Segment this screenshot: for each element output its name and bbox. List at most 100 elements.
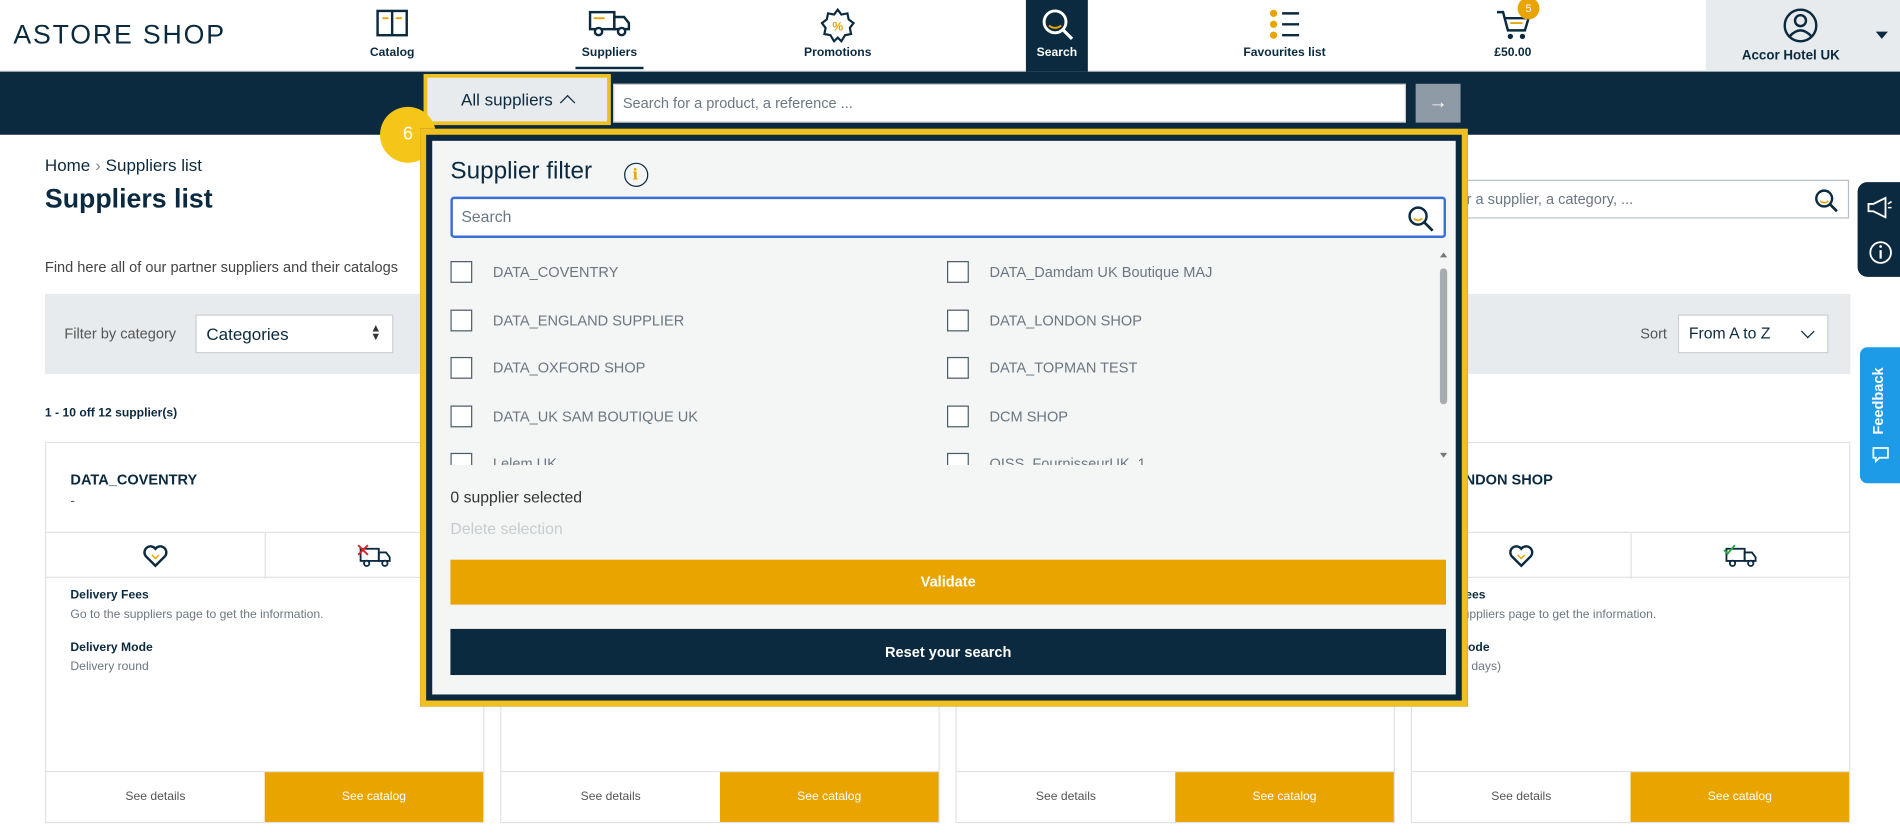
supplier-filter-title: Supplier filter	[450, 157, 593, 185]
checkbox[interactable]	[450, 261, 473, 283]
see-catalog-button[interactable]: See catalog	[264, 772, 484, 822]
checkbox[interactable]	[946, 452, 969, 466]
supplier-option-label: DATA_COVENTRY	[492, 263, 619, 281]
reset-search-button[interactable]: Reset your search	[450, 628, 1446, 676]
delivery-fees-text: the suppliers page to get the informatio…	[1436, 608, 1657, 622]
card-footer: See details See catalog	[46, 770, 484, 822]
nav-suppliers[interactable]: Suppliers	[561, 0, 658, 72]
delivery-fees-label: ery Fees	[1436, 588, 1486, 603]
info-icon[interactable]	[1868, 240, 1892, 264]
supplier-card: _LONDON SHOP ery Fees the suppli	[1410, 441, 1851, 824]
category-select[interactable]: Categories ▲ ▼	[195, 314, 394, 354]
svg-text:%: %	[832, 19, 843, 33]
supplier-checkbox-list: DATA_COVENTRY DATA_Damdam UK Boutique MA…	[450, 250, 1436, 466]
info-icon-glyph: i	[632, 166, 639, 184]
supplier-name[interactable]: DATA_COVENTRY	[70, 471, 197, 488]
filter-category-label: Filter by category	[64, 325, 177, 343]
chevron-up-icon	[560, 94, 576, 111]
supplier-option-label: DATA_OXFORD SHOP	[492, 359, 646, 377]
checkbox[interactable]	[946, 261, 969, 283]
list-scrollbar[interactable]	[1437, 250, 1449, 465]
nav-favourites[interactable]: Favourites list	[1230, 0, 1339, 72]
feedback-label: Feedback	[1869, 367, 1887, 435]
chevron-down-icon[interactable]	[1875, 31, 1888, 39]
see-catalog-button[interactable]: See catalog	[1175, 772, 1394, 822]
supplier-search-input[interactable]: r a supplier, a category, ...	[1450, 179, 1850, 219]
card-info: ery Fees the suppliers page to get the i…	[1436, 589, 1656, 693]
delivery-mode-label: ery Mode	[1436, 641, 1490, 655]
cart-total: £50.00	[1494, 46, 1532, 60]
chat-icon	[1872, 447, 1889, 464]
info-icon[interactable]: i	[624, 162, 649, 187]
checkbox[interactable]	[450, 356, 473, 379]
search-icon[interactable]	[1407, 205, 1434, 232]
heart-icon[interactable]	[1508, 544, 1535, 568]
supplier-option-label: QISS_FournisseurUK_1	[989, 455, 1146, 466]
checkbox[interactable]	[946, 309, 969, 332]
checkbox[interactable]	[946, 405, 969, 428]
nav-catalog[interactable]: Catalog	[344, 0, 441, 72]
app-root: ASTORE SHOP Catalog Suppliers % Promotio…	[0, 0, 1900, 836]
checkbox[interactable]	[450, 309, 473, 332]
validate-button[interactable]: Validate	[450, 559, 1446, 605]
updown-icon: ▲ ▼	[370, 321, 382, 343]
checkbox[interactable]	[450, 452, 473, 466]
nav-suppliers-label: Suppliers	[581, 46, 638, 60]
megaphone-icon[interactable]	[1866, 196, 1893, 219]
category-select-value: Categories	[206, 324, 289, 344]
delivery-fees-text: Go to the suppliers page to get the info…	[70, 608, 324, 622]
supplier-filter-search-placeholder: Search	[461, 207, 512, 226]
all-suppliers-button[interactable]: All suppliers	[423, 74, 611, 126]
supplier-filter-panel: Supplier filter i Search DATA_COVENTRY D…	[420, 128, 1468, 707]
book-icon	[376, 9, 408, 37]
product-search-input[interactable]: Search for a product, a reference ...	[613, 83, 1406, 123]
favourite-cell[interactable]	[46, 533, 265, 579]
sort-select[interactable]: From A to Z	[1677, 314, 1829, 354]
card-footer: See details See catalog	[501, 770, 939, 822]
delivery-mode-label: Delivery Mode	[70, 641, 153, 655]
see-details-button[interactable]: See details	[1412, 772, 1631, 822]
delete-selection-link[interactable]: Delete selection	[450, 520, 562, 538]
checkbox[interactable]	[946, 356, 969, 379]
supplier-option-label: Lelem UK	[492, 455, 557, 466]
account-menu[interactable]: Accor Hotel UK	[1705, 0, 1900, 72]
scroll-down-icon[interactable]	[1439, 452, 1448, 458]
no-delivery-truck-icon	[356, 544, 391, 567]
nav-promotions[interactable]: % Promotions	[783, 0, 892, 72]
checkbox[interactable]	[450, 405, 473, 428]
logo[interactable]: ASTORE SHOP	[13, 19, 226, 51]
see-catalog-button[interactable]: See catalog	[719, 772, 939, 822]
nav-cart[interactable]: 5 £50.00	[1476, 0, 1549, 72]
truck-icon	[588, 10, 631, 37]
card-icon-row	[1411, 531, 1850, 580]
list-icon	[1269, 9, 1300, 39]
delivery-ok-truck-icon	[1722, 544, 1756, 567]
sort-label: Sort	[1640, 325, 1667, 343]
see-details-button[interactable]: See details	[46, 772, 265, 822]
nav-search[interactable]: Search	[1025, 0, 1088, 72]
delivery-cell	[1630, 532, 1850, 580]
chevron-down-icon	[1800, 324, 1815, 339]
feedback-tab[interactable]: Feedback	[1860, 347, 1900, 484]
breadcrumb-separator: ›	[95, 155, 101, 175]
delivery-mode-text: Delivery round	[70, 660, 149, 674]
see-details-button[interactable]: See details	[501, 772, 720, 822]
see-details-button[interactable]: See details	[957, 772, 1176, 822]
nav-promotions-label: Promotions	[803, 46, 872, 60]
supplier-option-label: DATA_UK SAM BOUTIQUE UK	[492, 407, 699, 425]
supplier-option-label: DATA_TOPMAN TEST	[989, 359, 1138, 377]
see-catalog-button[interactable]: See catalog	[1630, 772, 1850, 822]
heart-icon[interactable]	[142, 544, 169, 568]
results-count: 1 - 10 off 12 supplier(s)	[44, 406, 178, 421]
breadcrumb-home[interactable]: Home	[45, 155, 90, 174]
search-submit-button[interactable]: →	[1415, 83, 1461, 123]
scrollbar-thumb[interactable]	[1439, 268, 1448, 405]
account-name: Accor Hotel UK	[1741, 48, 1840, 64]
supplier-filter-search-input[interactable]: Search	[450, 196, 1446, 238]
search-icon[interactable]	[1814, 188, 1838, 213]
nav-catalog-label: Catalog	[369, 46, 415, 60]
breadcrumb-current: Suppliers list	[105, 155, 203, 175]
supplier-filter-body: Supplier filter i Search DATA_COVENTRY D…	[432, 140, 1456, 695]
card-footer: See details See catalog	[956, 770, 1394, 822]
scroll-up-icon[interactable]	[1439, 252, 1448, 258]
